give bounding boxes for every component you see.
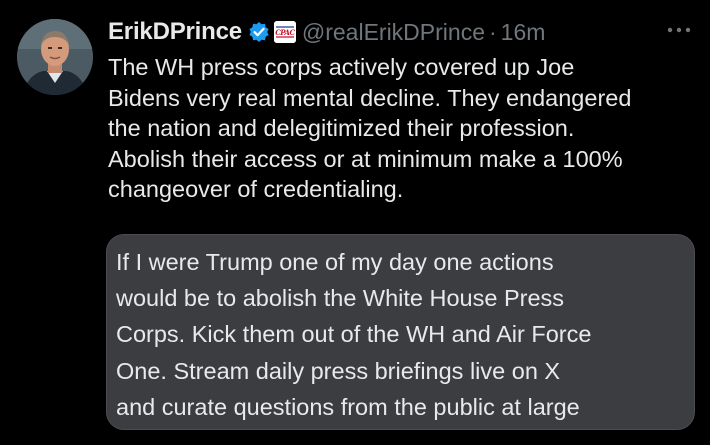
tweet-body: The WH press corps actively covered up J…	[108, 54, 632, 202]
timestamp[interactable]: 16m	[501, 19, 546, 46]
tweet-header: ErikDPrince CPAC @realErikDPrince · 16m	[108, 14, 545, 50]
cpac-affiliate-icon[interactable]: CPAC	[273, 21, 296, 43]
tweet[interactable]: ErikDPrince CPAC @realErikDPrince · 16m …	[0, 0, 710, 445]
display-name[interactable]: ErikDPrince	[108, 18, 242, 46]
affiliate-label: CPAC	[275, 27, 295, 37]
verified-badge-icon[interactable]	[248, 21, 270, 43]
more-options-icon[interactable]	[666, 22, 692, 33]
separator-dot: ·	[489, 18, 497, 45]
quoted-text: If I were Trump one of my day one action…	[116, 249, 592, 420]
avatar-image	[17, 19, 93, 95]
quoted-text-box[interactable]: If I were Trump one of my day one action…	[106, 234, 695, 430]
handle[interactable]: @realErikDPrince	[302, 19, 485, 46]
avatar[interactable]	[17, 19, 93, 95]
